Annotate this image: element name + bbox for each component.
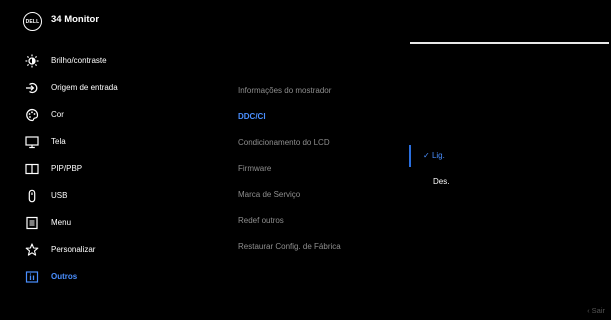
menu-item-label: Outros — [51, 272, 78, 281]
pip-pbp-icon — [25, 162, 39, 176]
menu-item-label: Cor — [51, 110, 64, 119]
submenu-item-informacoes[interactable]: Informações do mostrador — [238, 86, 331, 95]
exit-button[interactable]: ‹ Sair — [587, 306, 605, 315]
menu-item-cor[interactable]: Cor — [0, 106, 230, 126]
menu-item-label: Brilho/contraste — [51, 56, 107, 65]
display-icon — [25, 135, 39, 149]
menu-item-brilho[interactable]: Brilho/contraste — [0, 52, 230, 72]
osd-header: DELL 34 Monitor — [0, 0, 611, 42]
submenu-item-restaurar-fabrica[interactable]: Restaurar Config. de Fábrica — [238, 242, 341, 251]
menu-item-tela[interactable]: Tela — [0, 133, 230, 153]
menu-item-personalizar[interactable]: Personalizar — [0, 241, 230, 261]
menu-icon — [25, 216, 39, 230]
submenu-item-condicionamento-lcd[interactable]: Condicionamento do LCD — [238, 138, 330, 147]
submenu-item-marca-servico[interactable]: Marca de Serviço — [238, 190, 300, 199]
menu-item-label: USB — [51, 191, 68, 200]
menu-item-usb[interactable]: USB — [0, 187, 230, 207]
usb-icon — [25, 189, 39, 203]
color-palette-icon — [25, 108, 39, 122]
star-icon — [25, 243, 39, 257]
menu-item-menu[interactable]: Menu — [0, 214, 230, 234]
menu-item-pip-pbp[interactable]: PIP/PBP — [0, 160, 230, 180]
menu-item-label: Personalizar — [51, 245, 96, 254]
option-lig[interactable]: ✓ Lig. — [423, 151, 445, 160]
menu-item-outros[interactable]: Outros — [0, 268, 230, 288]
others-info-icon — [25, 270, 39, 284]
submenu-item-ddc-ci[interactable]: DDC/CI — [238, 112, 266, 121]
menu-item-label: Tela — [51, 137, 66, 146]
selection-indicator — [409, 145, 411, 167]
header-divider — [410, 42, 609, 44]
input-source-icon — [25, 81, 39, 95]
option-label: Lig. — [431, 151, 445, 160]
monitor-title: 34 Monitor — [51, 14, 100, 25]
menu-item-label: Origem de entrada — [51, 83, 118, 92]
check-icon: ✓ — [423, 151, 430, 160]
submenu-item-firmware[interactable]: Firmware — [238, 164, 271, 173]
brightness-icon — [25, 54, 39, 68]
menu-item-label: PIP/PBP — [51, 164, 83, 173]
menu-item-origem[interactable]: Origem de entrada — [0, 79, 230, 99]
option-des[interactable]: Des. — [433, 177, 449, 186]
dell-logo: DELL — [23, 12, 42, 31]
submenu-item-redef-outros[interactable]: Redef outros — [238, 216, 284, 225]
menu-item-label: Menu — [51, 218, 72, 227]
